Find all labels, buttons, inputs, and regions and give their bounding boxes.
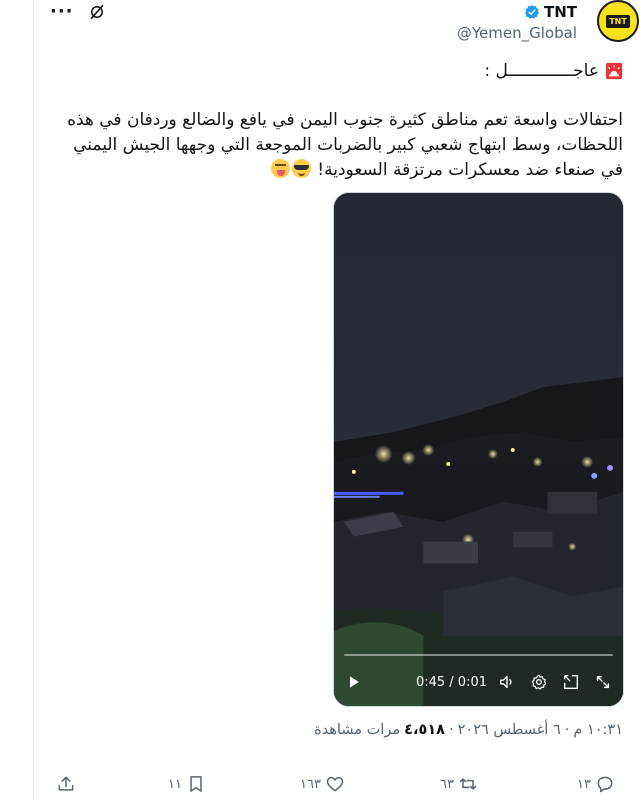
views-label: مرات مشاهدة: [314, 722, 401, 738]
tweet-line-last: في صنعاء ضد معسكرات مرتزقة السعودية!: [33, 158, 623, 183]
repost-count: ٦٣: [440, 776, 454, 792]
volume-icon[interactable]: [497, 672, 517, 692]
reply-icon: [597, 776, 613, 793]
meta-separator: ·: [564, 722, 570, 738]
play-icon[interactable]: [344, 672, 364, 692]
fullscreen-icon[interactable]: [593, 672, 613, 692]
views-count: ٤،٥١٨: [404, 722, 446, 738]
sunglasses-emoji-icon: [291, 159, 311, 178]
tweet-line: اللحظات، وسط ابتهاج شعبي كبير بالضربات ا…: [73, 135, 623, 155]
user-info: TNT @Yemen_Global: [457, 2, 577, 42]
repost-icon: [459, 778, 477, 790]
tweet-top-actions: ···: [50, 2, 106, 22]
share-button[interactable]: [56, 774, 76, 794]
tongue-emoji-icon: [270, 159, 290, 178]
tweet-time[interactable]: ١٠:٣١ م: [573, 722, 623, 738]
reply-button[interactable]: ١٣: [577, 774, 615, 794]
breaking-label: عاجـــــــــــــل :: [484, 60, 599, 81]
settings-gear-icon[interactable]: [529, 672, 549, 692]
video-player[interactable]: 0:45 / 0:01: [333, 192, 624, 707]
tweet-line: احتفالات واسعة تعم مناطق كثيرة جنوب اليم…: [67, 110, 623, 130]
avatar[interactable]: TNT: [597, 0, 639, 42]
tweet-line-text: في صنعاء ضد معسكرات مرتزقة السعودية!: [317, 160, 623, 180]
reply-count: ١٣: [577, 776, 591, 792]
verified-badge-icon[interactable]: [524, 4, 540, 20]
heart-icon: [326, 776, 344, 792]
user-handle[interactable]: @Yemen_Global: [457, 24, 577, 42]
tweet-action-bar: ١٣ ٦٣ ١٦٣ ١١: [0, 770, 643, 800]
like-button[interactable]: ١٦٣: [300, 774, 345, 794]
video-controls: 0:45 / 0:01: [334, 669, 623, 695]
meta-separator: ·: [449, 722, 454, 738]
bookmark-count: ١١: [168, 776, 182, 792]
video-time: 0:45 / 0:01: [415, 674, 487, 690]
display-name[interactable]: TNT: [544, 3, 577, 21]
grok-icon[interactable]: [88, 3, 106, 21]
more-options-icon[interactable]: ···: [50, 3, 74, 21]
breaking-news-line: عاجـــــــــــــل :: [33, 58, 623, 84]
bookmark-button[interactable]: ١١: [168, 774, 206, 794]
bookmark-icon: [190, 776, 202, 792]
video-frame: [334, 193, 623, 706]
video-progress-bar[interactable]: [344, 654, 613, 656]
share-icon: [58, 776, 74, 791]
tweet-meta: ١٠:٣١ م · ٦ أغسطس ٢٠٢٦ · ٤،٥١٨ مرات مشاه…: [314, 722, 623, 738]
avatar-logo-text: TNT: [606, 14, 630, 28]
siren-emoji-icon: [605, 62, 623, 80]
repost-button[interactable]: ٦٣: [440, 774, 478, 794]
tweet-body: احتفالات واسعة تعم مناطق كثيرة جنوب اليم…: [33, 108, 623, 183]
tweet-date[interactable]: ٦ أغسطس ٢٠٢٦: [458, 722, 561, 738]
name-row: TNT: [457, 2, 577, 22]
picture-in-picture-icon[interactable]: [561, 672, 581, 692]
like-count: ١٦٣: [300, 776, 321, 792]
